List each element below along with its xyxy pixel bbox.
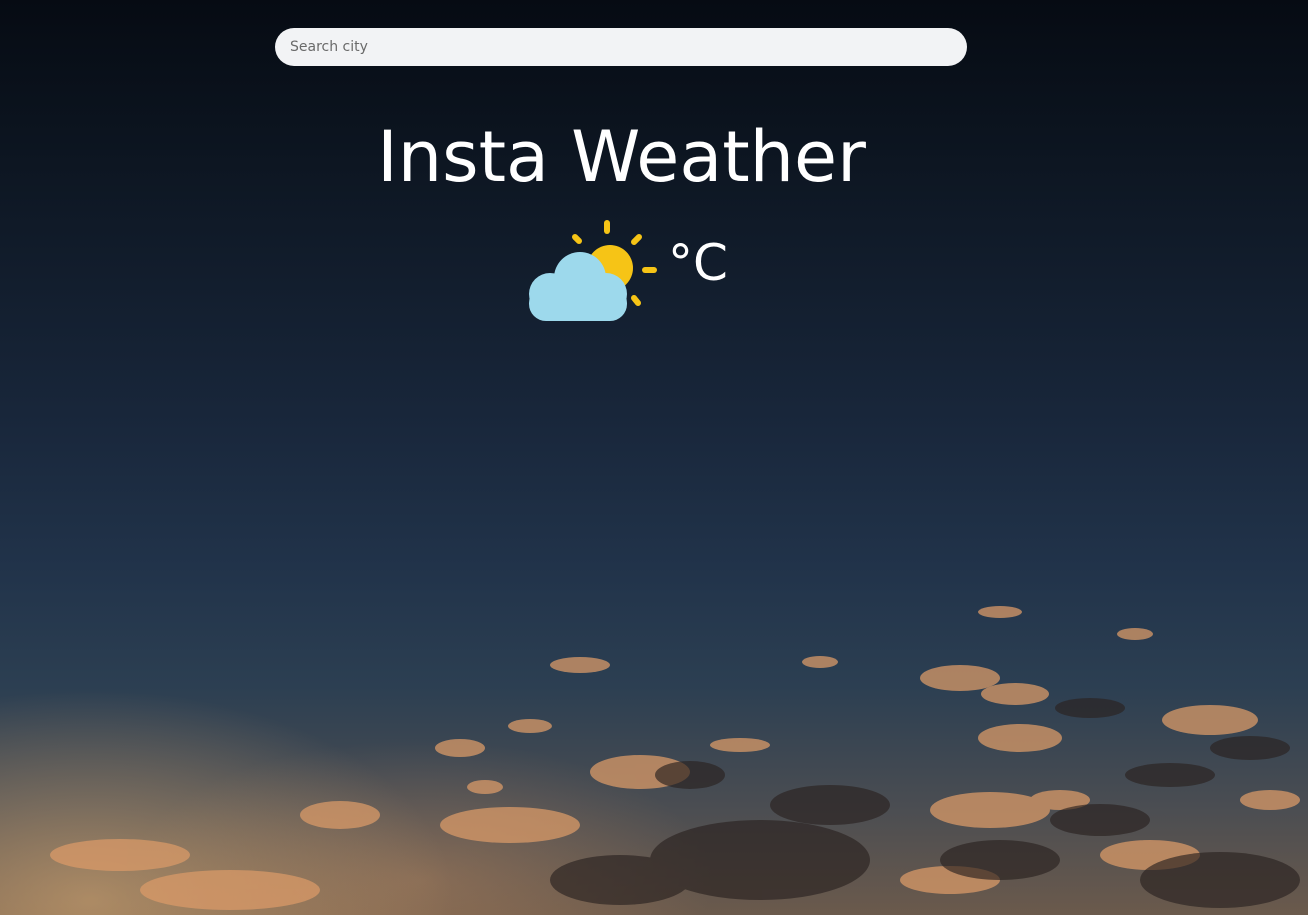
- partly-cloudy-icon: [529, 220, 657, 321]
- search-city-input[interactable]: [275, 28, 967, 66]
- temperature-unit: °C: [668, 234, 728, 292]
- current-weather: °C: [524, 214, 728, 326]
- page-title: Insta Weather: [377, 116, 866, 198]
